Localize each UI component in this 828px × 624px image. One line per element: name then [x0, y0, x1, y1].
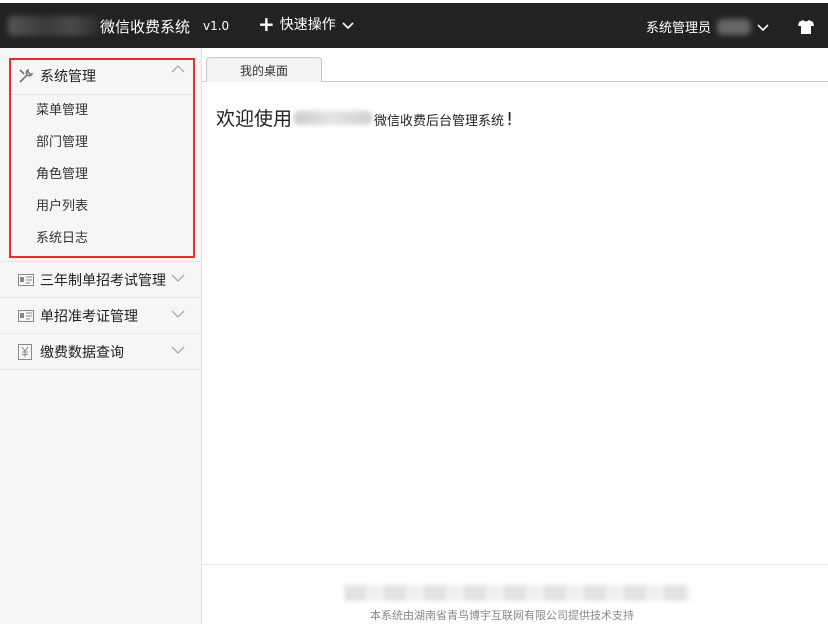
sidebar-item-dept-mgmt[interactable]: 部门管理 — [9, 127, 192, 159]
app-version: v1.0 — [203, 19, 230, 33]
sidebar-group-label: 三年制单招考试管理 — [40, 272, 166, 289]
top-header: 微信收费系统 v1.0 + 快速操作 系统管理员 — [0, 3, 828, 48]
admin-name-redacted — [717, 18, 752, 35]
welcome-exclamation: ! — [506, 109, 514, 130]
footer: 本系统由湖南省青鸟博宇互联网有限公司提供技术支持 — [202, 564, 828, 624]
chevron-down-icon — [171, 270, 185, 286]
sidebar-group-payment: 缴费数据查询 — [0, 334, 201, 370]
tab-my-desktop[interactable]: 我的桌面 — [206, 57, 322, 83]
chevron-down-icon — [171, 342, 185, 358]
sidebar-group-head-exam[interactable]: 三年制单招考试管理 — [0, 262, 201, 298]
sidebar-group-admission: 单招准考证管理 — [0, 298, 201, 334]
sidebar-group-label: 系统管理 — [40, 69, 96, 85]
plus-icon: + — [258, 12, 275, 36]
sidebar-group-label: 单招准考证管理 — [40, 308, 138, 325]
sidebar-group-head-payment[interactable]: 缴费数据查询 — [0, 334, 201, 370]
chevron-down-icon — [171, 306, 185, 322]
sidebar-item-user-list[interactable]: 用户列表 — [9, 191, 192, 223]
welcome-suffix: 微信收费后台管理系统 — [374, 114, 505, 129]
admin-user-menu[interactable]: 系统管理员 — [646, 17, 769, 36]
chevron-down-icon — [757, 17, 769, 36]
sidebar-item-menu-mgmt[interactable]: 菜单管理 — [9, 95, 192, 127]
sidebar-group-head-admission[interactable]: 单招准考证管理 — [0, 298, 201, 334]
app-title: 微信收费系统 — [100, 18, 191, 36]
brand-logo-redacted — [8, 16, 100, 36]
footer-copyright-redacted — [344, 585, 690, 601]
sidebar-submenu-system: 菜单管理 部门管理 角色管理 用户列表 系统日志 — [9, 94, 192, 255]
sidebar-item-system-log[interactable]: 系统日志 — [9, 223, 192, 255]
sidebar-group-head-system[interactable]: 系统管理 — [0, 48, 201, 94]
company-name-redacted — [294, 110, 373, 125]
sidebar-group-label: 缴费数据查询 — [40, 344, 124, 361]
skin-shirt-icon[interactable] — [798, 19, 814, 38]
money-doc-icon — [18, 343, 36, 360]
sidebar: 系统管理 菜单管理 部门管理 角色管理 用户列表 系统日志 三年制单招考试管理 — [0, 48, 202, 624]
chevron-down-icon — [342, 15, 354, 34]
admin-label: 系统管理员 — [646, 21, 712, 36]
sidebar-item-role-mgmt[interactable]: 角色管理 — [9, 159, 192, 191]
sidebar-group-exam: 三年制单招考试管理 — [0, 262, 201, 298]
quick-ops-menu[interactable]: + 快速操作 — [258, 14, 354, 34]
welcome-message: 欢迎使用 微信收费后台管理系统 ! — [216, 104, 513, 131]
welcome-prefix: 欢迎使用 — [216, 108, 293, 130]
id-card-icon — [18, 308, 36, 324]
id-card-icon — [18, 272, 36, 288]
tab-bar: 我的桌面 — [202, 48, 828, 83]
wrench-icon — [18, 68, 36, 84]
quick-ops-label: 快速操作 — [279, 17, 336, 33]
main-content: 欢迎使用 微信收费后台管理系统 ! — [202, 82, 828, 564]
footer-support-text: 本系统由湖南省青鸟博宇互联网有限公司提供技术支持 — [370, 609, 634, 622]
chevron-up-icon — [171, 61, 185, 77]
sidebar-group-system: 系统管理 菜单管理 部门管理 角色管理 用户列表 系统日志 — [0, 48, 201, 262]
